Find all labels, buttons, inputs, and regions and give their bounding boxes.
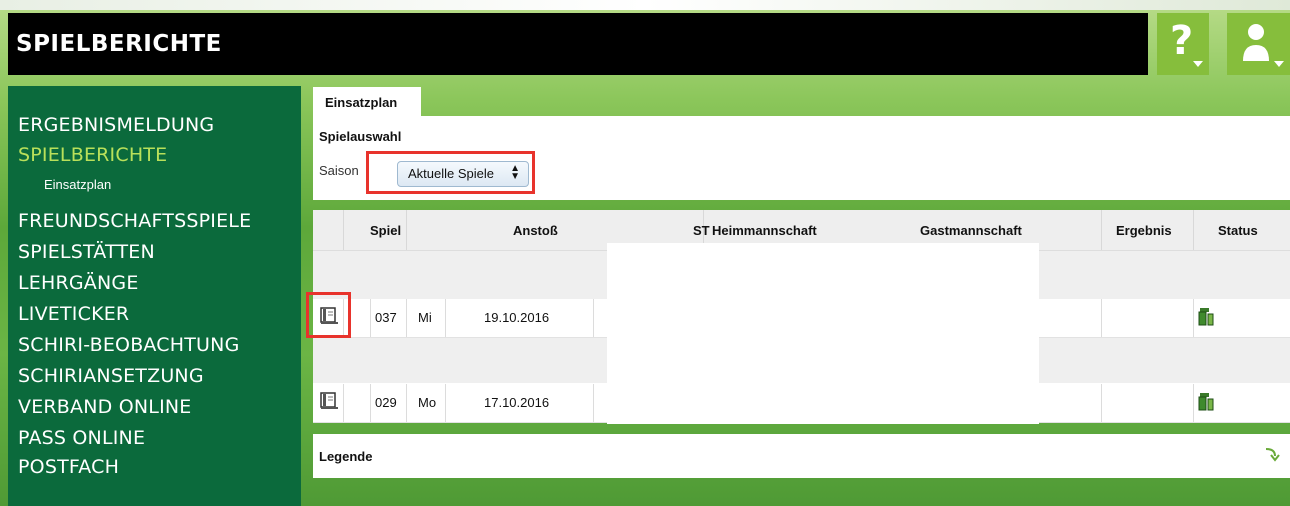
sidebar-item-postfach[interactable]: POSTFACH (18, 456, 119, 478)
cell-divider (1101, 299, 1102, 337)
redacted-area (607, 243, 1039, 424)
cell-divider (406, 299, 407, 337)
sidebar-item-ergebnismeldung[interactable]: ERGEBNISMELDUNG (18, 114, 214, 136)
col-header-st[interactable]: ST (693, 223, 710, 238)
spielbericht-document-icon[interactable] (320, 307, 340, 325)
saison-select-value: Aktuelle Spiele (408, 166, 494, 181)
tab-label: Einsatzplan (325, 95, 398, 110)
expand-arrow-icon[interactable] (1262, 446, 1280, 464)
sidebar-item-liveticker[interactable]: LIVETICKER (18, 303, 129, 325)
cell-divider (593, 384, 594, 422)
col-header-spiel[interactable]: Spiel (370, 223, 401, 238)
saison-label: Saison (319, 163, 359, 178)
cell-datum: 17.10.2016 (484, 395, 550, 410)
chevron-down-icon (1274, 61, 1284, 67)
status-whistle-icon[interactable] (1198, 307, 1216, 327)
saison-select[interactable]: Aktuelle Spiele ▲ ▼ (397, 161, 529, 187)
user-menu-button[interactable] (1227, 13, 1290, 75)
col-header-anstoss[interactable]: Anstoß (513, 223, 558, 238)
status-whistle-icon[interactable] (1198, 392, 1216, 412)
sidebar-item-freundschaftsspiele[interactable]: FREUNDSCHAFTSSPIELE (18, 210, 251, 232)
select-arrows-icon: ▲ ▼ (510, 163, 520, 182)
cell-divider (370, 299, 371, 337)
sidebar-item-verband-online[interactable]: VERBAND ONLINE (18, 396, 192, 418)
legend-label: Legende (319, 449, 373, 464)
cell-divider (370, 384, 371, 422)
cell-divider (343, 384, 344, 422)
sidebar-nav: ERGEBNISMELDUNG SPIELBERICHTE Einsatzpla… (8, 86, 301, 506)
tab-einsatzplan[interactable]: Einsatzplan (313, 87, 421, 117)
app-header: SPIELBERICHTE (8, 13, 1148, 75)
column-divider (1193, 210, 1194, 250)
sidebar-item-spielberichte[interactable]: SPIELBERICHTE (18, 144, 167, 166)
column-divider (406, 210, 407, 250)
column-divider (1101, 210, 1102, 250)
cell-datum: 19.10.2016 (484, 310, 550, 325)
sidebar-item-pass-online[interactable]: PASS ONLINE (18, 427, 145, 449)
spielbericht-document-icon[interactable] (320, 392, 340, 410)
cell-spiel: 037 (375, 310, 397, 325)
cell-divider (1193, 299, 1194, 337)
sidebar-item-schiri-beobachtung[interactable]: SCHIRI-BEOBACHTUNG (18, 334, 240, 356)
cell-divider (343, 299, 344, 337)
cell-divider (445, 299, 446, 337)
cell-divider (593, 299, 594, 337)
sidebar-item-lehrgaenge[interactable]: LEHRGÄNGE (18, 272, 139, 294)
cell-divider (1193, 384, 1194, 422)
sidebar-item-spielstaetten[interactable]: SPIELSTÄTTEN (18, 241, 155, 263)
window-top-edge (0, 0, 1290, 10)
col-header-status[interactable]: Status (1218, 223, 1258, 238)
col-header-gastmannschaft[interactable]: Gastmannschaft (920, 223, 1022, 238)
cell-spiel: 029 (375, 395, 397, 410)
cell-divider (1101, 384, 1102, 422)
cell-divider (445, 384, 446, 422)
col-header-ergebnis[interactable]: Ergebnis (1116, 223, 1172, 238)
col-header-heimmannschaft[interactable]: Heimmannschaft (712, 223, 817, 238)
sidebar-item-schiriansetzung[interactable]: SCHIRIANSETZUNG (18, 365, 204, 387)
cell-tag: Mo (418, 395, 437, 410)
legend-panel[interactable]: Legende (313, 434, 1290, 478)
selection-panel: Spielauswahl Saison Aktuelle Spiele ▲ ▼ (313, 116, 1290, 200)
page-title: SPIELBERICHTE (16, 31, 222, 57)
help-button[interactable]: ? (1157, 13, 1209, 75)
sidebar-subitem-einsatzplan[interactable]: Einsatzplan (44, 177, 111, 192)
user-icon (1243, 24, 1269, 61)
cell-tag: Mi (418, 310, 432, 325)
cell-divider (406, 384, 407, 422)
question-mark-icon: ? (1170, 18, 1194, 64)
column-divider (343, 210, 344, 250)
section-title: Spielauswahl (319, 129, 402, 144)
chevron-down-icon (1193, 61, 1203, 67)
